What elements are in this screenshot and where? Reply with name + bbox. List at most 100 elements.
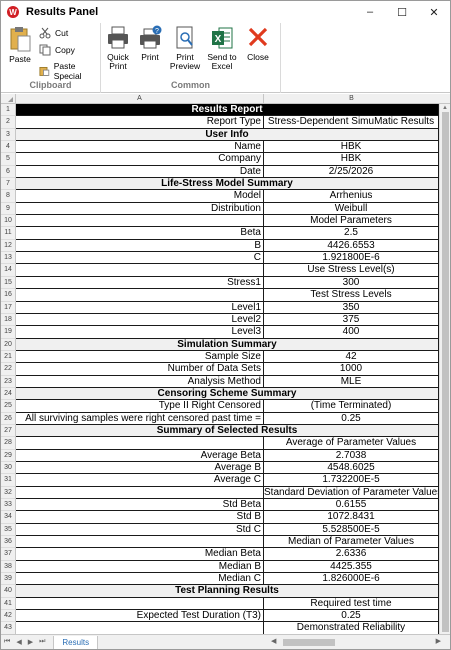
row-number[interactable]: 32 <box>1 486 16 499</box>
label-cell[interactable]: Median C <box>16 573 264 586</box>
row-number[interactable]: 36 <box>1 536 16 549</box>
row-number[interactable]: 20 <box>1 338 16 351</box>
label-cell[interactable]: C <box>16 252 264 265</box>
value-cell[interactable]: Model Parameters <box>264 215 439 228</box>
label-cell[interactable] <box>16 597 264 611</box>
row-number[interactable]: 15 <box>1 276 16 290</box>
label-cell[interactable]: All surviving samples were right censore… <box>16 412 264 425</box>
row-number[interactable]: 3 <box>1 128 16 142</box>
label-cell[interactable] <box>16 437 264 450</box>
row-number[interactable]: 22 <box>1 363 16 376</box>
row-number[interactable]: 23 <box>1 375 16 388</box>
value-cell[interactable]: 1.921800E-6 <box>264 252 439 265</box>
label-cell[interactable]: Median B <box>16 560 264 574</box>
label-cell[interactable]: Average C <box>16 474 264 487</box>
sheet-tab-results[interactable]: Results <box>53 635 99 649</box>
row-number[interactable]: 33 <box>1 499 16 512</box>
quick-print-button[interactable]: Quick Print <box>105 25 131 71</box>
prev-sheet-icon[interactable]: ◀ <box>16 638 21 646</box>
row-number[interactable]: 2 <box>1 116 16 129</box>
row-number[interactable]: 7 <box>1 178 16 191</box>
vertical-scroll-thumb[interactable] <box>442 112 449 632</box>
scroll-up-icon[interactable]: ▲ <box>442 105 448 111</box>
row-number[interactable]: 27 <box>1 424 16 438</box>
row-number[interactable]: 21 <box>1 350 16 364</box>
value-cell[interactable]: 400 <box>264 326 439 339</box>
column-header-b[interactable]: B <box>264 94 439 104</box>
paste-special-button[interactable]: Paste Special <box>39 61 100 81</box>
value-cell[interactable]: Weibull <box>264 202 439 216</box>
value-cell[interactable]: 1000 <box>264 363 439 376</box>
row-number[interactable]: 10 <box>1 215 16 228</box>
row-number[interactable]: 24 <box>1 387 16 401</box>
label-cell[interactable]: B <box>16 239 264 253</box>
print-preview-button[interactable]: Print Preview <box>169 25 201 71</box>
label-cell[interactable]: Number of Data Sets <box>16 363 264 376</box>
next-sheet-icon[interactable]: ▶ <box>28 638 33 646</box>
value-cell[interactable]: Required test time <box>264 597 439 611</box>
value-cell[interactable]: 42 <box>264 350 439 364</box>
close-button[interactable]: Close <box>243 25 273 62</box>
label-cell[interactable]: Distribution <box>16 202 264 216</box>
label-cell[interactable]: Date <box>16 165 264 179</box>
vertical-scrollbar[interactable]: ▲ <box>439 104 450 634</box>
value-cell[interactable]: 375 <box>264 313 439 327</box>
value-cell[interactable]: 0.25 <box>264 610 439 623</box>
value-cell[interactable]: 350 <box>264 301 439 314</box>
value-cell[interactable]: 2.5 <box>264 227 439 240</box>
row-number[interactable]: 26 <box>1 412 16 425</box>
label-cell[interactable]: Name <box>16 141 264 154</box>
label-cell[interactable] <box>16 215 264 228</box>
value-cell[interactable]: 1.826000E-6 <box>264 573 439 586</box>
label-cell[interactable] <box>16 486 264 499</box>
label-cell[interactable] <box>16 264 264 277</box>
value-cell[interactable]: Average of Parameter Values <box>264 437 439 450</box>
cut-button[interactable]: Cut <box>39 27 68 39</box>
report-title-cell[interactable]: Results Report <box>16 104 439 117</box>
row-number[interactable]: 12 <box>1 239 16 253</box>
value-cell[interactable]: Stress-Dependent SimuMatic Results <box>264 116 439 129</box>
row-number[interactable]: 11 <box>1 227 16 240</box>
row-number[interactable]: 17 <box>1 301 16 314</box>
first-sheet-icon[interactable]: ⏮ <box>4 638 10 646</box>
label-cell[interactable]: Company <box>16 153 264 166</box>
label-cell[interactable] <box>16 536 264 549</box>
label-cell[interactable]: Stress1 <box>16 276 264 290</box>
value-cell[interactable]: 1072.8431 <box>264 511 439 524</box>
value-cell[interactable]: Arrhenius <box>264 190 439 203</box>
section-header-cell[interactable]: Summary of Selected Results <box>16 424 439 438</box>
label-cell[interactable]: Median Beta <box>16 548 264 561</box>
column-header-a[interactable]: A <box>16 94 264 104</box>
label-cell[interactable] <box>16 289 264 302</box>
copy-button[interactable]: Copy <box>39 44 75 56</box>
value-cell[interactable]: (Time Terminated) <box>264 400 439 413</box>
row-number[interactable]: 18 <box>1 313 16 327</box>
row-number[interactable]: 37 <box>1 548 16 561</box>
section-header-cell[interactable]: User Info <box>16 128 439 142</box>
row-number[interactable]: 16 <box>1 289 16 302</box>
row-number[interactable]: 40 <box>1 585 16 598</box>
send-to-excel-button[interactable]: X Send to Excel <box>205 25 239 71</box>
section-header-cell[interactable]: Life-Stress Model Summary <box>16 178 439 191</box>
row-number[interactable]: 19 <box>1 326 16 339</box>
section-header-cell[interactable]: Test Planning Results <box>16 585 439 598</box>
row-number[interactable]: 1 <box>1 104 16 117</box>
close-window-button[interactable]: ✕ <box>418 1 450 23</box>
row-number[interactable]: 38 <box>1 560 16 574</box>
label-cell[interactable]: Average B <box>16 461 264 475</box>
row-number[interactable]: 34 <box>1 511 16 524</box>
row-number[interactable]: 5 <box>1 153 16 166</box>
value-cell[interactable]: 2.7038 <box>264 449 439 462</box>
value-cell[interactable]: Standard Deviation of Parameter Values <box>264 486 439 499</box>
label-cell[interactable] <box>16 622 264 634</box>
label-cell[interactable]: Analysis Method <box>16 375 264 388</box>
row-number[interactable]: 6 <box>1 165 16 179</box>
value-cell[interactable]: 5.528500E-5 <box>264 523 439 537</box>
row-number[interactable]: 8 <box>1 190 16 203</box>
label-cell[interactable]: Level2 <box>16 313 264 327</box>
value-cell[interactable]: HBK <box>264 141 439 154</box>
value-cell[interactable]: Median of Parameter Values <box>264 536 439 549</box>
row-number[interactable]: 14 <box>1 264 16 277</box>
value-cell[interactable]: Demonstrated Reliability <box>264 622 439 634</box>
row-number[interactable]: 30 <box>1 461 16 475</box>
